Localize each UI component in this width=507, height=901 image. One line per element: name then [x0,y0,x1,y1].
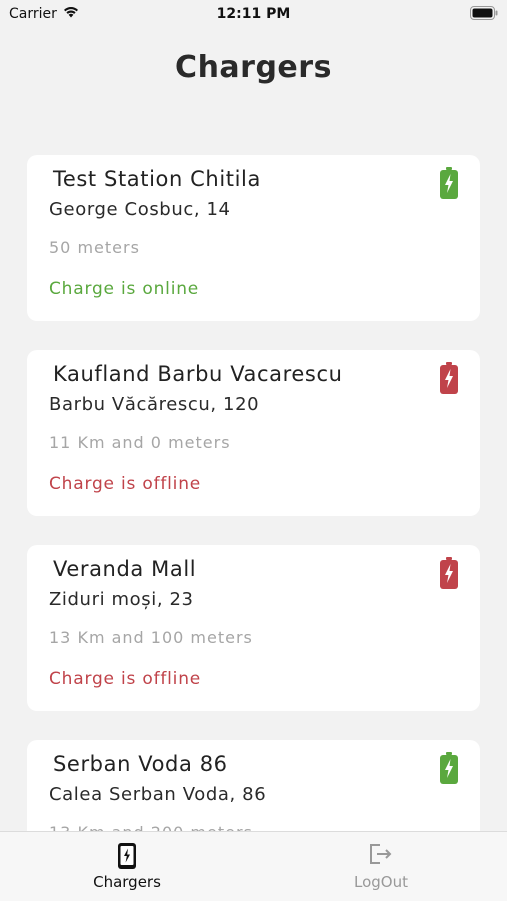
battery-charging-offline-icon [440,557,458,589]
status-bar: Carrier 12:11 PM [0,0,507,28]
battery-charging-online-icon [440,752,458,784]
tab-chargers-label: Chargers [93,873,161,891]
charger-distance: 13 Km and 100 meters [49,628,253,647]
charger-card[interactable]: Veranda Mall Ziduri moși, 23 13 Km and 1… [27,545,480,711]
logout-icon [370,844,392,864]
tab-logout-label: LogOut [354,873,408,891]
charger-distance: 11 Km and 0 meters [49,433,231,452]
page-title: Chargers [175,50,332,85]
charger-name: Test Station Chitila [53,167,261,191]
clock: 12:11 PM [216,6,291,22]
charger-distance: 13 Km and 200 meters [49,823,253,831]
charger-name: Kaufland Barbu Vacarescu [53,362,343,386]
tab-logout[interactable]: LogOut [254,832,507,901]
charger-card[interactable]: Kaufland Barbu Vacarescu Barbu Văcărescu… [27,350,480,516]
charger-list[interactable]: Test Station Chitila George Cosbuc, 14 5… [27,155,480,831]
charger-address: George Cosbuc, 14 [49,199,231,220]
charger-address: Ziduri moși, 23 [49,589,194,610]
charger-name: Serban Voda 86 [53,752,228,776]
battery-icon [470,6,498,20]
battery-charging-online-icon [440,167,458,199]
charger-card[interactable]: Test Station Chitila George Cosbuc, 14 5… [27,155,480,321]
charger-name: Veranda Mall [53,557,197,581]
charger-card[interactable]: Serban Voda 86 Calea Serban Voda, 86 13 … [27,740,480,831]
charger-status: Charge is offline [49,474,202,494]
charger-status: Charge is offline [49,669,202,689]
charger-address: Calea Serban Voda, 86 [49,784,267,805]
phone-charging-icon [118,843,136,869]
tab-chargers[interactable]: Chargers [0,832,254,901]
charger-status: Charge is online [49,279,200,299]
charger-distance: 50 meters [49,238,140,257]
charger-address: Barbu Văcărescu, 120 [49,394,260,415]
battery-charging-offline-icon [440,362,458,394]
tab-bar: Chargers LogOut [0,831,507,901]
